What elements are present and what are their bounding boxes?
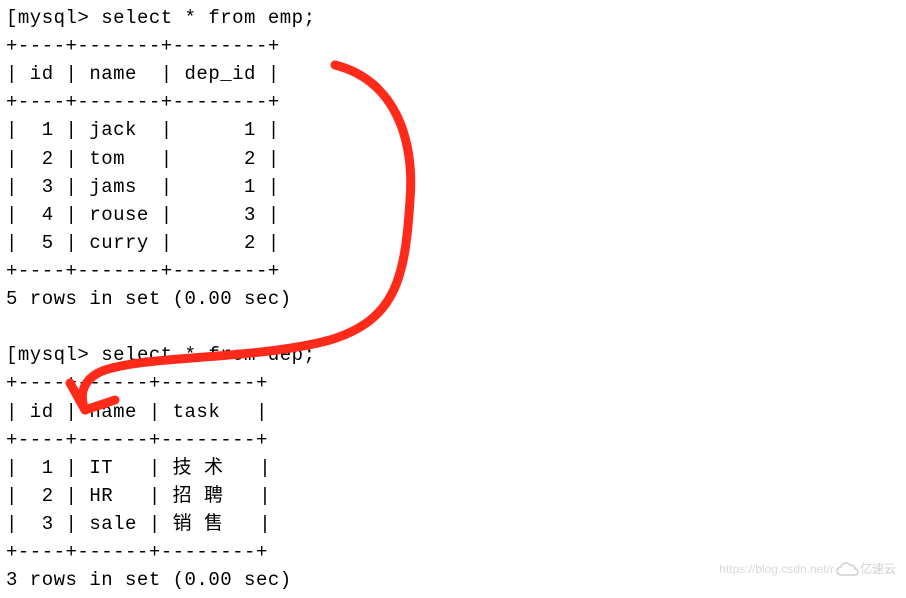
emp-table-header: | id | name | dep_id | bbox=[6, 63, 280, 85]
table-row: | 4 | rouse | 3 | bbox=[6, 204, 280, 226]
table-row: | 3 | sale | 销 售 | bbox=[6, 513, 271, 535]
table-row: | 5 | curry | 2 | bbox=[6, 232, 280, 254]
cloud-icon bbox=[834, 561, 860, 579]
brand-logo: 亿速云 bbox=[834, 556, 896, 584]
dep-table-border: +----+------+--------+ bbox=[6, 429, 268, 451]
mysql-prompt: [mysql> select * from emp; bbox=[6, 7, 315, 29]
table-row: | 3 | jams | 1 | bbox=[6, 176, 280, 198]
brand-text: 亿速云 bbox=[860, 561, 896, 579]
query1-status: 5 rows in set (0.00 sec) bbox=[6, 288, 292, 310]
dep-table-border: +----+------+--------+ bbox=[6, 541, 268, 563]
terminal-output: [mysql> select * from emp; +----+-------… bbox=[0, 0, 906, 598]
table-row: | 2 | tom | 2 | bbox=[6, 148, 280, 170]
emp-table-border: +----+-------+--------+ bbox=[6, 35, 280, 57]
sql-query-1: select * from emp; bbox=[101, 7, 315, 29]
emp-table-border: +----+-------+--------+ bbox=[6, 91, 280, 113]
mysql-prompt: [mysql> select * from dep; bbox=[6, 344, 315, 366]
table-row: | 1 | jack | 1 | bbox=[6, 119, 280, 141]
sql-query-2: select * from dep; bbox=[101, 344, 315, 366]
csdn-watermark: https://blog.csdn.net/r bbox=[719, 561, 834, 579]
table-row: | 2 | HR | 招 聘 | bbox=[6, 485, 271, 507]
table-row: | 1 | IT | 技 术 | bbox=[6, 457, 271, 479]
dep-table-border: +----+------+--------+ bbox=[6, 372, 268, 394]
dep-table-header: | id | name | task | bbox=[6, 401, 268, 423]
emp-table-border: +----+-------+--------+ bbox=[6, 260, 280, 282]
query2-status: 3 rows in set (0.00 sec) bbox=[6, 569, 292, 591]
